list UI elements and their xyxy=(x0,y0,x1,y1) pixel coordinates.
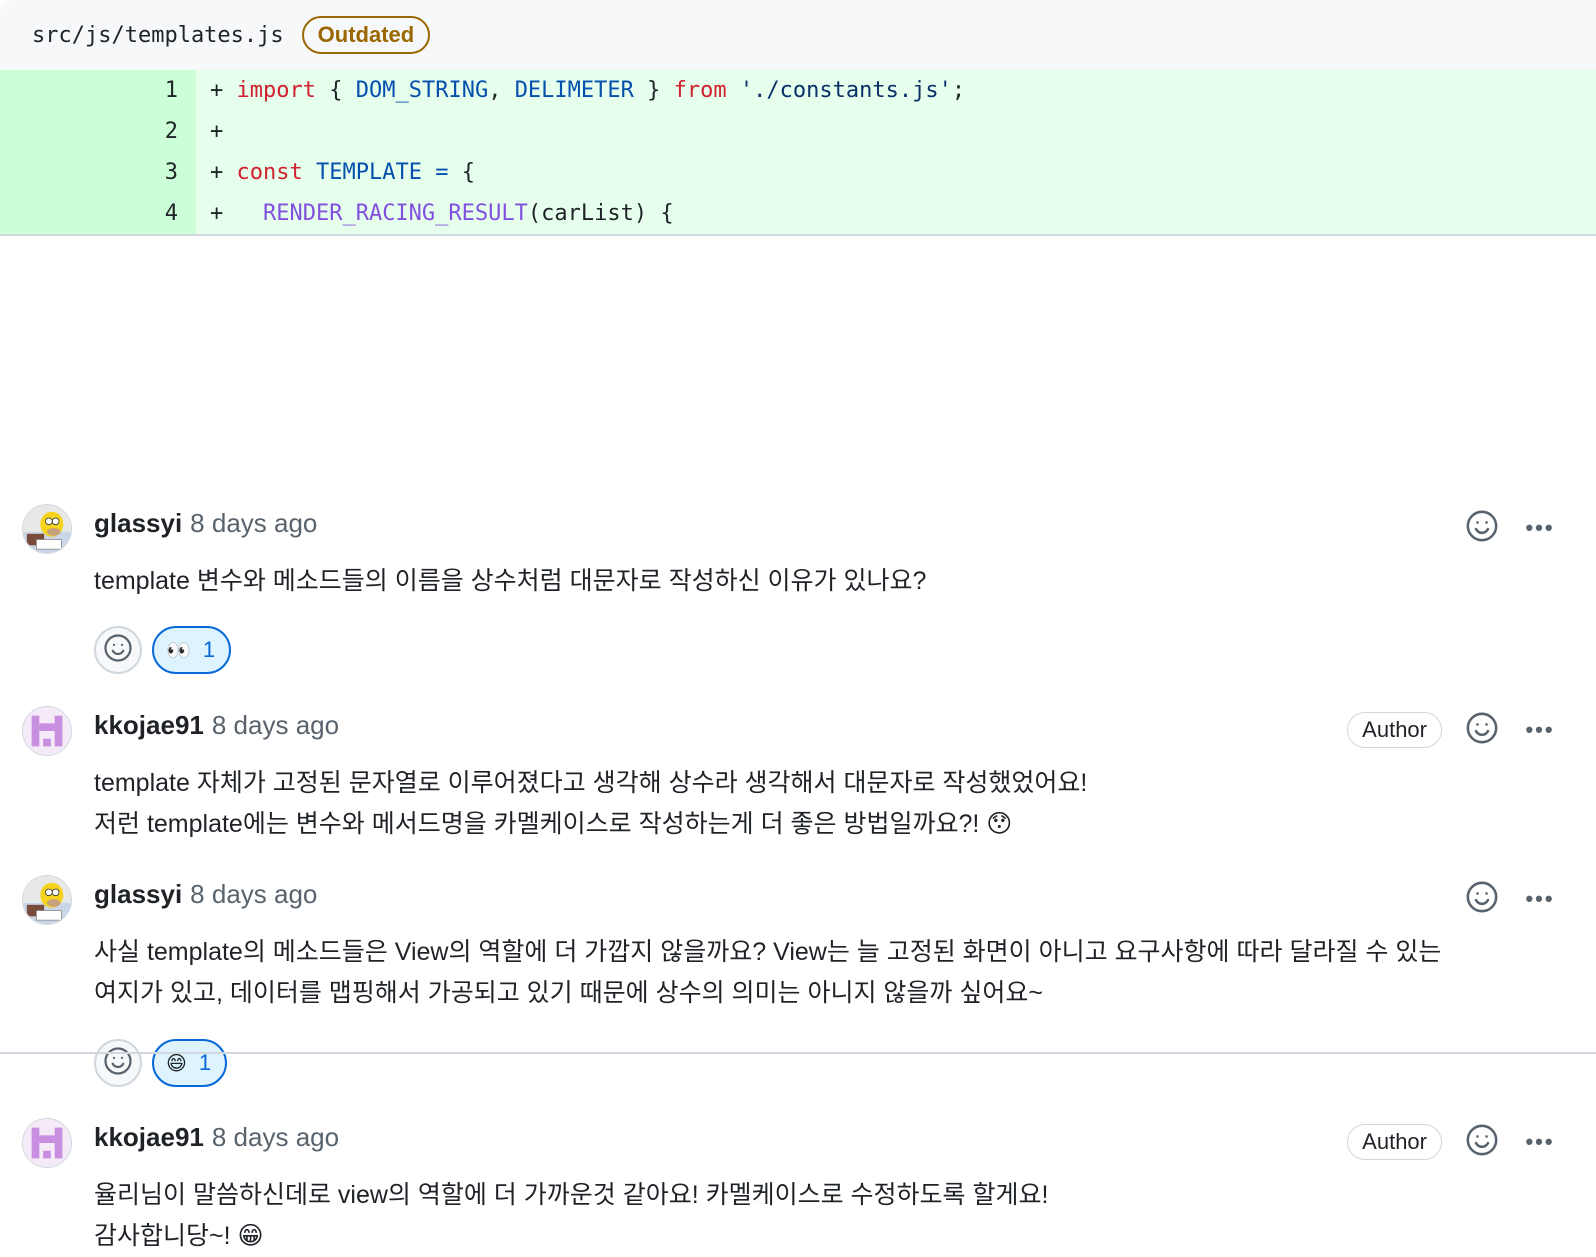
code-token: + xyxy=(210,119,224,144)
smiley-icon xyxy=(1465,880,1499,919)
comment-line: template 자체가 고정된 문자열로 이루어졌다고 생각해 상수라 생각해… xyxy=(94,769,1088,797)
file-path[interactable]: src/js/templates.js xyxy=(32,23,284,48)
diff-view: 1 + import { DOM_STRING, DELIMETER } from… xyxy=(0,70,1596,236)
smiley-icon xyxy=(1465,509,1499,548)
comment-timestamp[interactable]: 8 days ago xyxy=(190,879,317,910)
code-token: ; xyxy=(951,78,966,103)
reaction-count: 1 xyxy=(202,637,216,662)
avatar[interactable] xyxy=(22,1118,72,1168)
reactions-bar: 👀 1 xyxy=(94,626,232,674)
comment-timestamp[interactable]: 8 days ago xyxy=(190,508,317,539)
add-reaction-button[interactable] xyxy=(1464,712,1500,748)
reaction-pill[interactable]: 👀 1 xyxy=(152,626,232,674)
comment-header: glassyi 8 days ago xyxy=(94,879,317,910)
comment-line: 저런 template에는 변수와 메서드명을 카멜케이스로 작성하는게 더 좋… xyxy=(94,810,1013,838)
avatar[interactable] xyxy=(22,504,72,554)
code-token: + xyxy=(210,160,237,185)
comment-line: 감사합니당~! 😁 xyxy=(94,1222,264,1250)
line-code: + const TEMPLATE = { xyxy=(196,152,1596,193)
reaction-emoji: 😄 xyxy=(166,1052,187,1075)
diff-line: 4 + RENDER_RACING_RESULT (carList) { xyxy=(0,193,1596,234)
smiley-icon xyxy=(103,633,133,668)
comment-line: template 변수와 메소드들의 이름을 상수처럼 대문자로 작성하신 이유… xyxy=(94,567,927,595)
comment-line: 율리님이 말씀하신데로 view의 역할에 더 가까운것 같아요! 카멜케이스로… xyxy=(94,1181,1049,1209)
comment-author[interactable]: glassyi xyxy=(94,879,182,910)
kebab-horizontal-icon: ••• xyxy=(1525,886,1555,911)
smiley-icon xyxy=(103,1046,133,1081)
comment-body: 율리님이 말씀하신데로 view의 역할에 더 가까운것 같아요! 카멜케이스로… xyxy=(94,1175,1556,1257)
code-token: RENDER_RACING_RESULT xyxy=(262,201,528,226)
add-reaction-button[interactable] xyxy=(1464,510,1500,546)
code-token: = xyxy=(435,160,449,185)
author-badge: Author xyxy=(1347,1124,1442,1160)
line-number[interactable]: 1 xyxy=(0,70,196,111)
add-reaction-button[interactable] xyxy=(1464,1124,1500,1160)
comment-body: template 변수와 메소드들의 이름을 상수처럼 대문자로 작성하신 이유… xyxy=(94,561,1556,602)
comment-timestamp[interactable]: 8 days ago xyxy=(212,1122,339,1153)
reactions-bar: 😄 1 xyxy=(94,1039,228,1087)
line-number[interactable]: 4 xyxy=(0,193,196,234)
kebab-horizontal-icon: ••• xyxy=(1525,1129,1555,1154)
comment-options-button[interactable]: ••• xyxy=(1520,515,1560,540)
code-token: + xyxy=(210,201,263,226)
comment-actions: Author ••• xyxy=(1347,712,1560,748)
add-reaction-button[interactable] xyxy=(1464,881,1500,917)
kebab-horizontal-icon: ••• xyxy=(1525,515,1555,540)
comment-actions: Author ••• xyxy=(1347,1124,1560,1160)
code-token: + xyxy=(210,78,237,103)
comment-author[interactable]: kkojae91 xyxy=(94,1122,204,1153)
line-code: + RENDER_RACING_RESULT (carList) { xyxy=(196,193,1596,234)
comment-body: template 자체가 고정된 문자열로 이루어졌다고 생각해 상수라 생각해… xyxy=(94,763,1556,845)
code-token: , xyxy=(488,78,515,103)
add-reaction-button[interactable] xyxy=(94,626,142,674)
diff-line: 2 + xyxy=(0,111,1596,152)
comment-actions: ••• xyxy=(1464,881,1560,917)
code-token: } xyxy=(633,78,674,103)
outdated-badge: Outdated xyxy=(301,16,431,54)
smiley-icon xyxy=(1465,711,1499,750)
file-header: src/js/templates.js Outdated xyxy=(0,0,1596,70)
add-reaction-button[interactable] xyxy=(94,1039,142,1087)
line-code: + import { DOM_STRING, DELIMETER } from … xyxy=(196,70,1596,111)
diff-line: 1 + import { DOM_STRING, DELIMETER } from… xyxy=(0,70,1596,111)
code-token: (carList) { xyxy=(527,201,674,226)
comment-author[interactable]: glassyi xyxy=(94,508,182,539)
comment-options-button[interactable]: ••• xyxy=(1520,886,1560,911)
comment-options-button[interactable]: ••• xyxy=(1520,717,1560,742)
comment-timestamp[interactable]: 8 days ago xyxy=(212,710,339,741)
comment-header: glassyi 8 days ago xyxy=(94,508,317,539)
code-token: { xyxy=(448,160,475,185)
code-token: import xyxy=(236,78,316,103)
code-token: './constants.js' xyxy=(739,78,952,103)
code-token: { xyxy=(315,78,356,103)
avatar[interactable] xyxy=(22,706,72,756)
comment-author[interactable]: kkojae91 xyxy=(94,710,204,741)
diff-line: 3 + const TEMPLATE = { xyxy=(0,152,1596,193)
kebab-horizontal-icon: ••• xyxy=(1525,717,1555,742)
line-code: + xyxy=(196,111,1596,152)
avatar[interactable] xyxy=(22,875,72,925)
reaction-pill[interactable]: 😄 1 xyxy=(152,1039,228,1087)
code-token: const xyxy=(236,160,303,185)
code-token: DOM_STRING xyxy=(355,78,489,103)
line-number[interactable]: 2 xyxy=(0,111,196,152)
comment-line: 여지가 있고, 데이터를 맵핑해서 가공되고 있기 때문에 상수의 의미는 아니… xyxy=(94,979,1043,1007)
code-token: TEMPLATE xyxy=(315,160,422,185)
comment-body: 사실 template의 메소드들은 View의 역할에 더 가깝지 않을까요?… xyxy=(94,932,1556,1014)
divider xyxy=(0,1052,1596,1054)
code-token: from xyxy=(673,78,727,103)
comment-header: kkojae91 8 days ago xyxy=(94,710,339,741)
smiley-icon xyxy=(1465,1123,1499,1162)
comment-header: kkojae91 8 days ago xyxy=(94,1122,339,1153)
comment-options-button[interactable]: ••• xyxy=(1520,1129,1560,1154)
line-number[interactable]: 3 xyxy=(0,152,196,193)
author-badge: Author xyxy=(1347,712,1442,748)
comment-line: 사실 template의 메소드들은 View의 역할에 더 가깝지 않을까요?… xyxy=(94,938,1442,966)
code-token: DELIMETER xyxy=(514,78,634,103)
reaction-emoji: 👀 xyxy=(166,639,191,662)
comment-actions: ••• xyxy=(1464,510,1560,546)
